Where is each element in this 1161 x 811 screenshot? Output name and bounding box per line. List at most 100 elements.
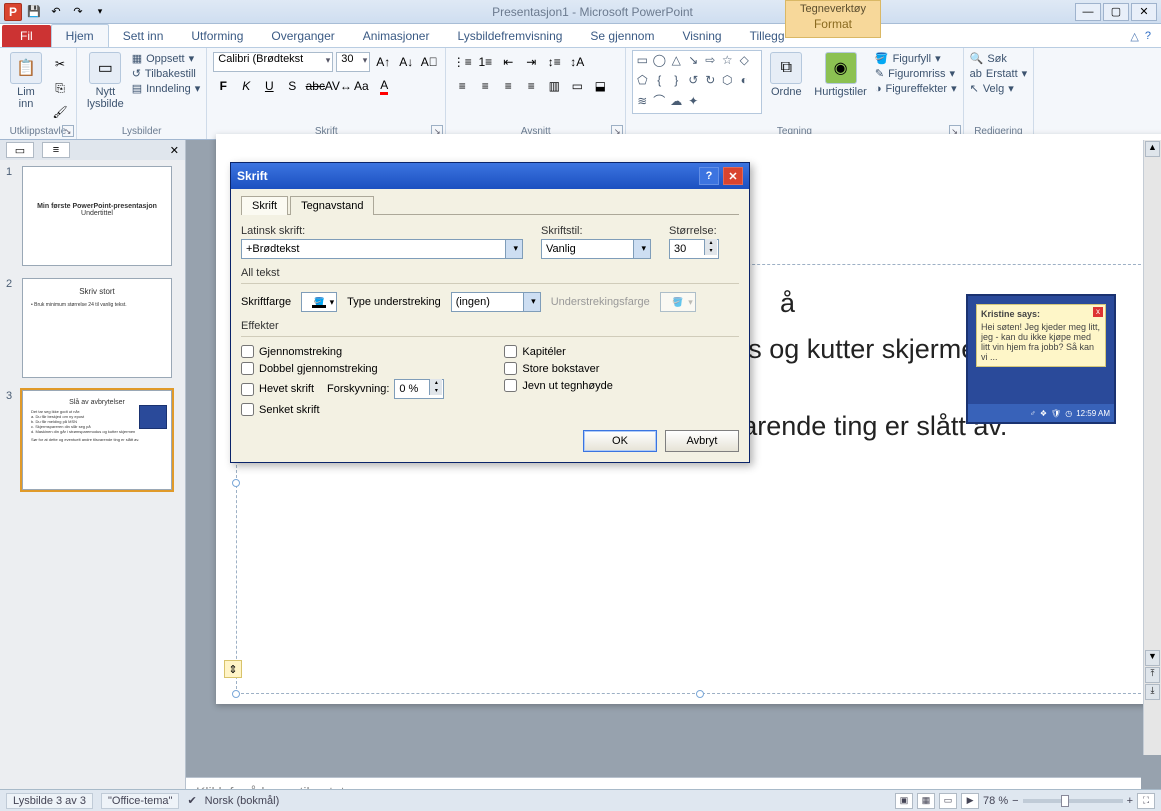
shapes-gallery[interactable]: ▭◯△↘⇨☆ ◇⬠{}↺↻ ⬡◐≋⌒☁✦: [632, 50, 762, 114]
bold-icon[interactable]: F: [213, 76, 233, 96]
slide-thumb-selected[interactable]: Slå av avbrytelser Det tar seg ikke godt…: [22, 390, 172, 490]
shape-fill-button[interactable]: 🪣Figurfyll▾: [875, 52, 957, 65]
cancel-button[interactable]: Avbryt: [665, 430, 739, 452]
status-theme[interactable]: "Office-tema": [101, 793, 179, 809]
quick-styles-button[interactable]: ◉ Hurtigstiler: [810, 50, 871, 124]
zoom-value[interactable]: 78 %: [983, 795, 1008, 807]
minimize-button[interactable]: —: [1075, 3, 1101, 21]
fit-window-icon[interactable]: ⛶: [1137, 793, 1155, 809]
qat-customize-icon[interactable]: ▾: [90, 2, 110, 22]
align-right-icon[interactable]: ≡: [498, 76, 518, 96]
dialog-titlebar[interactable]: Skrift ? ✕: [231, 163, 749, 189]
font-color-icon[interactable]: A: [374, 76, 394, 96]
select-button[interactable]: ↖Velg▾: [970, 82, 1028, 95]
scroll-down-icon[interactable]: ▼: [1145, 650, 1160, 666]
latin-font-combo[interactable]: +Brødtekst: [241, 239, 523, 259]
bullets-icon[interactable]: ⋮≡: [452, 52, 472, 72]
paste-button[interactable]: 📋 Lim inn: [6, 50, 46, 124]
resize-handle[interactable]: [696, 690, 704, 698]
replace-button[interactable]: abErstatt▾: [970, 67, 1028, 80]
offset-spinner[interactable]: 0 %: [394, 379, 444, 399]
prev-slide-icon[interactable]: ⤒: [1145, 667, 1160, 683]
numbering-icon[interactable]: 1≡: [475, 52, 495, 72]
find-button[interactable]: 🔍Søk: [970, 52, 1028, 65]
thumbnail-item[interactable]: 3 Slå av avbrytelser Det tar seg ikke go…: [6, 390, 179, 490]
change-case-icon[interactable]: Aa: [351, 76, 371, 96]
vertical-scrollbar[interactable]: ▲ ▼ ⤒ ⤓: [1143, 140, 1161, 755]
dialog-tab-skrift[interactable]: Skrift: [241, 196, 288, 215]
shape-outline-button[interactable]: ✎Figuromriss▾: [875, 67, 957, 80]
smartart-icon[interactable]: ⬓: [590, 76, 610, 96]
shrink-font-icon[interactable]: A↓: [396, 52, 416, 72]
line-spacing-icon[interactable]: ↕≡: [544, 52, 564, 72]
font-color-picker[interactable]: 🪣: [301, 292, 337, 312]
char-spacing-icon[interactable]: AV↔: [328, 76, 348, 96]
slides-tab-icon[interactable]: ▭: [6, 142, 34, 158]
scroll-up-icon[interactable]: ▲: [1145, 141, 1160, 157]
resize-handle[interactable]: [232, 690, 240, 698]
shadow-icon[interactable]: S: [282, 76, 302, 96]
checkbox-strikethrough[interactable]: Gjennomstreking: [241, 345, 444, 358]
layout-button[interactable]: ▦Oppsett▾: [132, 52, 201, 65]
reset-button[interactable]: ↺Tilbakestill: [132, 67, 201, 80]
text-direction-icon[interactable]: ↕A: [567, 52, 587, 72]
checkbox-allcaps[interactable]: Store bokstaver: [504, 362, 613, 375]
sorter-view-icon[interactable]: ▦: [917, 793, 935, 809]
tab-hjem[interactable]: Hjem: [51, 24, 109, 47]
clear-format-icon[interactable]: A⃠: [419, 52, 439, 72]
ribbon-minimize-icon[interactable]: △: [1130, 30, 1138, 43]
dialog-launcher-icon[interactable]: ↘: [62, 125, 74, 137]
font-size-spinner[interactable]: 30: [669, 239, 719, 259]
qat-save-icon[interactable]: 💾: [24, 2, 44, 22]
tab-format[interactable]: Format: [806, 15, 860, 33]
slide-thumb[interactable]: Skriv stort • Bruk minimum størrelse 24 …: [22, 278, 172, 378]
spellcheck-icon[interactable]: ✔: [187, 794, 196, 807]
status-slide-number[interactable]: Lysbilde 3 av 3: [6, 793, 93, 809]
italic-icon[interactable]: K: [236, 76, 256, 96]
slide-thumb[interactable]: Min første PowerPoint-presentasjon Under…: [22, 166, 172, 266]
thumbnail-list[interactable]: 1 Min første PowerPoint-presentasjon Und…: [0, 160, 185, 789]
qat-undo-icon[interactable]: ↶: [46, 2, 66, 22]
underline-icon[interactable]: U: [259, 76, 279, 96]
embedded-image[interactable]: Kristine says: x Hei søten! Jeg kjeder m…: [966, 294, 1116, 424]
close-button[interactable]: ✕: [1131, 3, 1157, 21]
reading-view-icon[interactable]: ▭: [939, 793, 957, 809]
dialog-close-icon[interactable]: ✕: [723, 167, 743, 185]
tab-segjennom[interactable]: Se gjennom: [576, 25, 668, 47]
status-language[interactable]: Norsk (bokmål): [205, 795, 280, 807]
help-icon[interactable]: ?: [1145, 30, 1151, 43]
ok-button[interactable]: OK: [583, 430, 657, 452]
resize-handle[interactable]: [232, 479, 240, 487]
qat-redo-icon[interactable]: ↷: [68, 2, 88, 22]
font-size-combo[interactable]: 30: [336, 52, 370, 72]
cut-icon[interactable]: ✂: [50, 54, 70, 74]
thumbnail-item[interactable]: 1 Min første PowerPoint-presentasjon Und…: [6, 166, 179, 266]
arrange-button[interactable]: ⧉ Ordne: [766, 50, 806, 124]
checkbox-superscript[interactable]: Hevet skrift Forskyvning: 0 %: [241, 379, 444, 399]
justify-icon[interactable]: ≡: [521, 76, 541, 96]
underline-type-combo[interactable]: (ingen): [451, 292, 541, 312]
format-painter-icon[interactable]: 🖌: [50, 102, 70, 122]
grow-font-icon[interactable]: A↑: [373, 52, 393, 72]
checkbox-smallcaps[interactable]: Kapitéler: [504, 345, 613, 358]
tab-animasjoner[interactable]: Animasjoner: [349, 25, 444, 47]
strike-icon[interactable]: abc: [305, 76, 325, 96]
dialog-tab-avstand[interactable]: Tegnavstand: [290, 196, 374, 215]
new-slide-button[interactable]: ▭ Nytt lysbilde: [83, 50, 128, 124]
maximize-button[interactable]: ▢: [1103, 3, 1129, 21]
checkbox-double-strike[interactable]: Dobbel gjennomstreking: [241, 362, 444, 375]
zoom-out-icon[interactable]: −: [1012, 795, 1018, 807]
outline-tab-icon[interactable]: ≡: [42, 142, 70, 158]
shape-effects-button[interactable]: ◑Figureffekter▾: [875, 82, 957, 95]
tab-utforming[interactable]: Utforming: [177, 25, 257, 47]
zoom-thumb[interactable]: [1061, 795, 1069, 807]
tab-settinn[interactable]: Sett inn: [109, 25, 178, 47]
tab-fil[interactable]: Fil: [2, 25, 51, 47]
font-family-combo[interactable]: Calibri (Brødtekst: [213, 52, 333, 72]
tab-visning[interactable]: Visning: [668, 25, 735, 47]
autofit-options-icon[interactable]: ⇕: [224, 660, 242, 678]
decrease-indent-icon[interactable]: ⇤: [498, 52, 518, 72]
panel-close-icon[interactable]: ✕: [170, 144, 185, 157]
zoom-slider[interactable]: [1023, 799, 1123, 803]
slideshow-view-icon[interactable]: ▶: [961, 793, 979, 809]
